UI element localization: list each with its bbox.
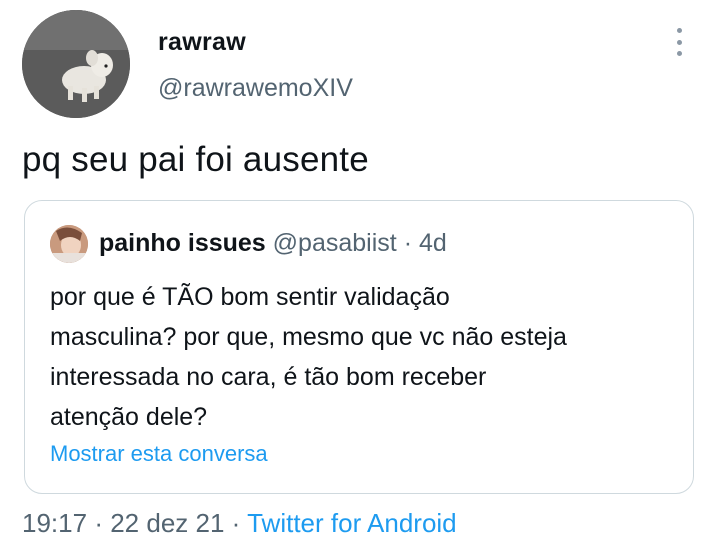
author-display-name[interactable]: rawraw bbox=[158, 28, 246, 57]
quoted-tweet-header: painho issues @pasabiist · 4d bbox=[99, 229, 447, 258]
metadata-separator: · bbox=[231, 508, 241, 538]
tweet-time[interactable]: 19:17 bbox=[22, 508, 87, 538]
tweet-metadata: 19:17 · 22 dez 21 · Twitter for Android bbox=[22, 508, 457, 539]
metadata-separator: · bbox=[94, 508, 103, 538]
quoted-author-handle[interactable]: @pasabiist bbox=[273, 229, 397, 257]
quoted-text-line: interessada no cara, é tão bom receber bbox=[50, 363, 487, 391]
tweet-date[interactable]: 22 dez 21 bbox=[110, 508, 224, 538]
quoted-text-line: masculina? por que, mesmo que vc não est… bbox=[50, 323, 567, 351]
quoted-separator: · bbox=[403, 229, 413, 257]
more-options-icon[interactable] bbox=[672, 28, 686, 56]
tweet-source-link[interactable]: Twitter for Android bbox=[247, 508, 457, 538]
quoted-tweet-card[interactable]: painho issues @pasabiist · 4d por que é … bbox=[24, 200, 694, 494]
quoted-text-line: por que é TÃO bom sentir validação bbox=[50, 283, 450, 311]
quoted-author-name[interactable]: painho issues bbox=[99, 229, 266, 257]
tweet-text: pq seu pai foi ausente bbox=[22, 140, 369, 179]
more-dot bbox=[676, 39, 682, 45]
quoted-tweet-age[interactable]: 4d bbox=[419, 229, 447, 257]
more-dot bbox=[676, 51, 682, 56]
show-thread-link[interactable]: Mostrar esta conversa bbox=[50, 441, 268, 467]
quoted-text-line: atenção dele? bbox=[50, 403, 208, 431]
author-handle[interactable]: @rawrawemoXIV bbox=[158, 74, 353, 103]
more-dot bbox=[676, 28, 682, 33]
quoted-author-avatar[interactable] bbox=[50, 225, 88, 263]
quoted-tweet-text: por que é TÃO bom sentir validação mascu… bbox=[50, 277, 690, 437]
author-avatar[interactable] bbox=[22, 10, 130, 118]
